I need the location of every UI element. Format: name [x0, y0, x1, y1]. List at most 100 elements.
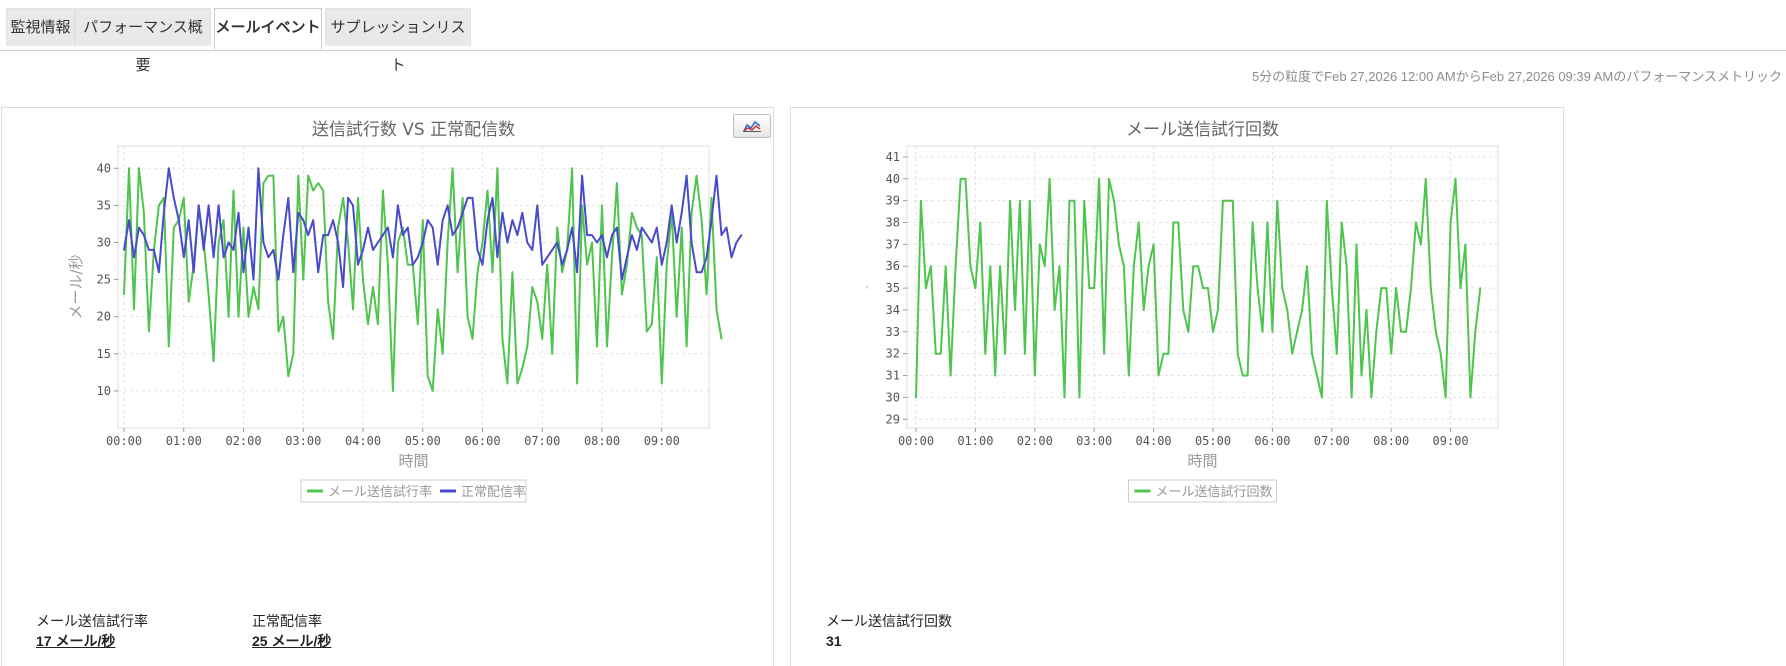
data-point [426, 375, 429, 377]
data-point [601, 234, 603, 236]
metric-successful-delivery-rate: 正常配信率 25 メール/秒 [252, 611, 331, 651]
data-point [267, 174, 270, 177]
data-point [1028, 199, 1031, 202]
data-point [1103, 352, 1105, 355]
data-point [486, 189, 489, 192]
data-point [521, 367, 524, 370]
data-point [242, 271, 245, 274]
data-point [357, 197, 359, 199]
data-point [431, 226, 434, 229]
data-point [287, 197, 290, 199]
data-point [1434, 330, 1437, 333]
data-point [128, 167, 130, 170]
data-point [237, 211, 240, 214]
data-point [1454, 177, 1457, 180]
data-point [272, 249, 275, 251]
data-point [974, 287, 977, 289]
data-point [915, 396, 917, 399]
data-point [740, 234, 743, 236]
y-tick-label: 30 [886, 390, 900, 404]
data-point [277, 330, 280, 333]
data-point [411, 263, 414, 266]
chart-type-button[interactable] [733, 114, 771, 138]
data-point [377, 323, 379, 325]
data-point [1306, 265, 1308, 268]
data-point [1142, 309, 1145, 311]
y-tick-label: 38 [886, 216, 900, 230]
data-point [586, 263, 588, 266]
left-chart-panel: 送信試行数 VS 正常配信数 10 15 20 25 30 35 40 00:00 01:00 02… [1, 107, 774, 666]
data-point [1202, 287, 1204, 289]
data-point [546, 263, 549, 266]
data-point [1033, 374, 1036, 377]
data-point [172, 197, 175, 199]
data-point [650, 323, 653, 325]
data-point [636, 249, 638, 251]
y-tick-label: 39 [886, 194, 900, 208]
data-point [1127, 374, 1130, 377]
data-point [133, 256, 135, 259]
send-attempt-count-chart: メール送信試行回数 29 30 31 32 33 34 35 36 37 38 39 40 41 00:00… [860, 120, 1499, 503]
data-point [611, 234, 613, 236]
metric-value-link[interactable]: 17 メール/秒 [36, 631, 148, 651]
data-point [576, 382, 578, 385]
data-point [158, 271, 160, 274]
data-point [1321, 396, 1323, 399]
data-point [416, 323, 419, 325]
data-point [1400, 330, 1402, 333]
data-point [446, 241, 449, 244]
data-point [1311, 352, 1313, 355]
data-point [187, 300, 190, 303]
data-point [496, 167, 499, 170]
data-point [715, 174, 718, 177]
data-point [397, 241, 399, 244]
data-point [531, 249, 534, 251]
data-point [372, 286, 374, 288]
data-point [1068, 199, 1071, 202]
data-point [531, 286, 534, 288]
data-point [128, 219, 130, 222]
metric-label: メール送信試行回数 [826, 613, 952, 629]
tab-performance-overview[interactable]: パフォーマンス概要 [75, 8, 211, 74]
data-point [1217, 309, 1219, 311]
data-point [347, 241, 349, 244]
data-point [207, 204, 210, 207]
metric-value-link[interactable]: 25 メール/秒 [252, 631, 331, 651]
legend-label: メール送信試行率 [328, 484, 432, 500]
x-tick-label: 03:00 [1076, 434, 1112, 448]
data-point [1251, 221, 1254, 224]
data-point [357, 263, 359, 266]
data-point [441, 352, 444, 355]
data-point [581, 174, 583, 177]
data-point [327, 300, 329, 303]
tab-suppression-list[interactable]: サプレッションリスト [325, 8, 471, 74]
data-point [1469, 396, 1472, 399]
tab-mail-events[interactable]: メールイベント [214, 8, 322, 50]
y-tick-label: 36 [886, 259, 900, 273]
data-point [685, 174, 688, 177]
data-point [1098, 177, 1100, 180]
data-point [566, 249, 568, 251]
data-point [685, 345, 688, 348]
data-point [307, 174, 310, 177]
data-point [382, 189, 384, 192]
data-point [541, 338, 544, 340]
y-tick-label: 29 [886, 412, 900, 426]
data-point [187, 219, 190, 222]
data-point [1212, 330, 1214, 333]
data-point [212, 256, 215, 259]
tab-monitoring-info[interactable]: 監視情報 [6, 8, 75, 46]
data-point [949, 374, 952, 377]
data-point [710, 197, 713, 199]
data-point [272, 174, 275, 177]
data-point [551, 352, 554, 355]
data-point [426, 219, 429, 222]
data-point [939, 352, 942, 355]
data-point [217, 204, 220, 207]
metric-label: メール送信試行率 [36, 613, 148, 629]
data-point [705, 293, 708, 296]
metric-send-attempt-rate: メール送信試行率 17 メール/秒 [36, 611, 148, 651]
data-point [252, 278, 255, 281]
x-tick-label: 05:00 [405, 434, 441, 448]
data-point [377, 241, 379, 244]
